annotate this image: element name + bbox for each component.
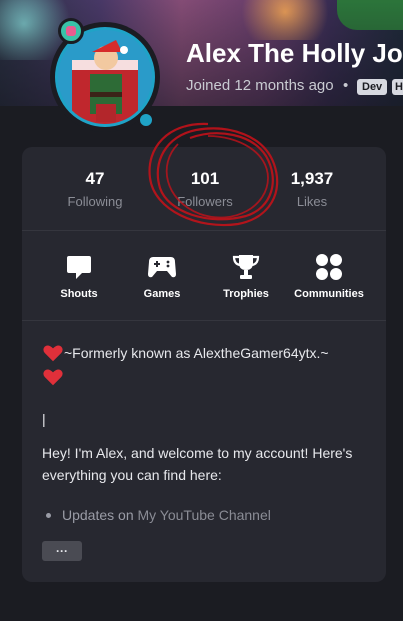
profile-name: Alex The Holly Jo [186, 38, 403, 68]
profile-card: 47 Following 101 Followers 1,937 Likes S… [22, 147, 386, 582]
show-more-button[interactable]: ··· [42, 541, 82, 561]
list-item: Updates on My YouTube Channel [42, 504, 372, 526]
stat-value: 1,937 [290, 169, 334, 188]
stat-label: Likes [296, 194, 328, 209]
nav-label: Trophies [223, 288, 269, 300]
nav-shouts[interactable]: Shouts [39, 252, 119, 300]
badge-icon [58, 18, 84, 44]
trophy-icon [232, 255, 260, 279]
stat-following[interactable]: 47 Following [50, 169, 140, 209]
gamepad-icon [148, 257, 176, 278]
separator: • [343, 77, 349, 94]
heart-icon [43, 369, 63, 386]
nav-label: Communities [294, 288, 364, 300]
stats-row: 47 Following 101 Followers 1,937 Likes [22, 147, 386, 231]
nav-label: Shouts [60, 288, 98, 300]
stat-label: Following [67, 194, 123, 209]
online-status-icon [138, 112, 154, 128]
stat-value: 47 [85, 169, 105, 188]
profile-nav: Shouts Games Trophies Communities [22, 232, 386, 321]
chat-bubble-icon [67, 256, 91, 279]
nav-communities[interactable]: Communities [289, 252, 369, 300]
bio-section: ~Formerly known as AlextheGamer64ytx.~ |… [42, 342, 372, 526]
joined-date: Joined 12 months ago [186, 77, 334, 94]
bio-title: ~Formerly known as AlextheGamer64ytx.~ [64, 345, 329, 361]
role-tag-dev: Dev [357, 79, 388, 95]
grid-dots-icon [316, 254, 342, 280]
youtube-channel-link[interactable]: My YouTube Channel [138, 507, 271, 523]
nav-games[interactable]: Games [122, 252, 202, 300]
bio-list: Updates on My YouTube Channel [42, 504, 372, 526]
list-item-prefix: Updates on [62, 507, 134, 523]
heart-icon [43, 345, 63, 362]
stat-followers[interactable]: 101 Followers [160, 169, 250, 209]
nav-trophies[interactable]: Trophies [206, 252, 286, 300]
stat-label: Followers [177, 194, 233, 209]
nav-label: Games [143, 288, 181, 300]
stat-likes[interactable]: 1,937 Likes [267, 169, 357, 209]
role-tag-h: H [392, 79, 403, 95]
stat-value: 101 [190, 169, 220, 188]
bio-paragraph: Hey! I'm Alex, and welcome to my account… [42, 445, 353, 483]
text-cursor: | [42, 411, 46, 427]
